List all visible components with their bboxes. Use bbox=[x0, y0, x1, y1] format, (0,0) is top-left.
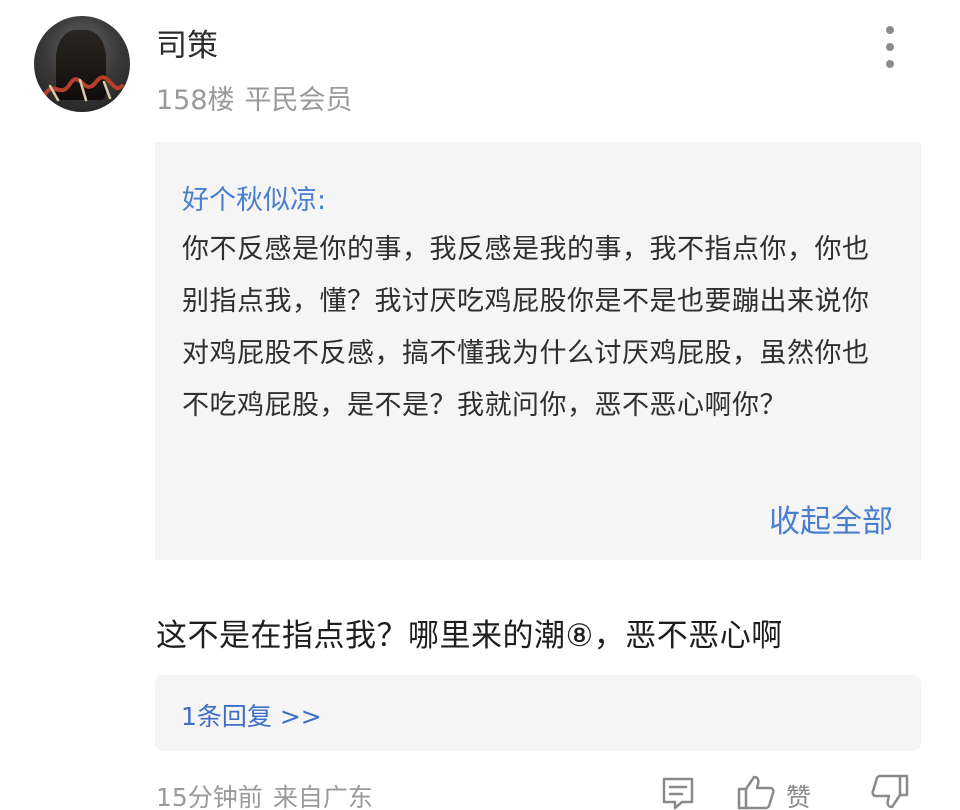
collapse-all-link[interactable]: 收起全部 bbox=[769, 496, 893, 541]
thumbs-up-icon[interactable] bbox=[736, 774, 776, 810]
username[interactable]: 司策 bbox=[156, 20, 218, 65]
post-time: 15分钟前 bbox=[156, 783, 263, 810]
view-replies-link[interactable]: 1条回复 >> bbox=[181, 697, 322, 733]
user-meta: 158楼 平民会员 bbox=[156, 78, 353, 117]
like-label[interactable]: 赞 bbox=[786, 778, 811, 810]
quoted-text: 你不反感是你的事，我反感是我的事，我不指点你，你也别指点我，懂？我讨厌吃鸡屁股你… bbox=[182, 234, 870, 421]
replies-box[interactable]: 1条回复 >> bbox=[155, 675, 921, 751]
post-location: 来自广东 bbox=[272, 783, 373, 810]
more-vertical-icon bbox=[886, 26, 894, 34]
more-vertical-icon-dot bbox=[886, 43, 894, 51]
comment-text: 这不是在指点我？哪里来的潮⑧，恶不恶心啊 bbox=[156, 618, 783, 654]
more-vertical-icon-dot bbox=[886, 60, 894, 68]
comment-meta: 15分钟前 来自广东 bbox=[156, 778, 373, 810]
quoted-comment: 好个秋似凉: 你不反感是你的事，我反感是我的事，我不指点你，你也别指点我，懂？我… bbox=[155, 142, 921, 560]
floor-number: 158楼 bbox=[156, 85, 235, 116]
avatar-calligraphy-logo bbox=[42, 75, 124, 102]
comment-icon[interactable] bbox=[660, 776, 696, 810]
avatar[interactable] bbox=[34, 16, 130, 112]
thumbs-down-icon[interactable] bbox=[870, 774, 910, 810]
member-level: 平民会员 bbox=[244, 85, 353, 116]
more-options-button[interactable] bbox=[872, 26, 908, 68]
quoted-author[interactable]: 好个秋似凉: bbox=[182, 178, 326, 217]
